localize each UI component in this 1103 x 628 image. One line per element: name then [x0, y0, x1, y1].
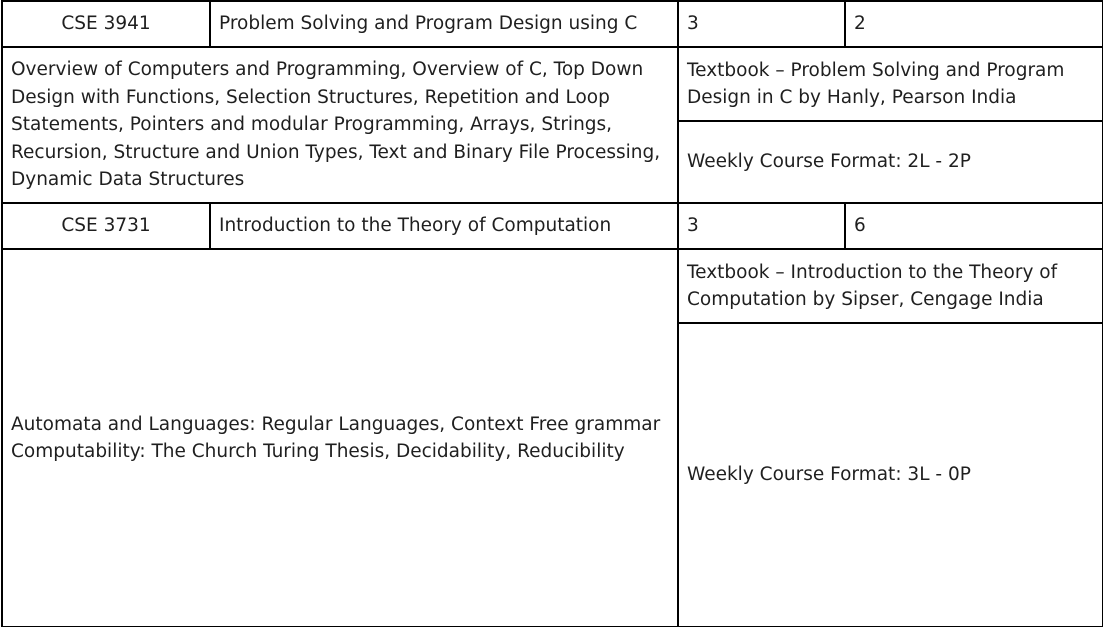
- course-textbook: Textbook – Introduction to the Theory of…: [677, 248, 1103, 324]
- course-description: Overview of Computers and Programming, O…: [1, 46, 679, 204]
- course-weekly-format: Weekly Course Format: 3L - 0P: [677, 322, 1103, 628]
- course-table: CSE 3941 Problem Solving and Program Des…: [1, 0, 1103, 628]
- course-title: Introduction to the Theory of Computatio…: [209, 202, 679, 250]
- course-credits-cell: 3: [677, 202, 846, 250]
- course-level-cell: 6: [844, 202, 1103, 250]
- course-title: Problem Solving and Program Design using…: [209, 0, 679, 48]
- course-catalog-page: CSE 3941 Problem Solving and Program Des…: [0, 0, 1103, 628]
- course-description: Automata and Languages: Regular Language…: [1, 248, 679, 628]
- course-description-line: Automata and Languages: Regular Language…: [11, 413, 661, 435]
- course-code: CSE 3941: [1, 0, 211, 48]
- course-code: CSE 3731: [1, 202, 211, 250]
- course-level-cell: 2: [844, 0, 1103, 48]
- course-weekly-format: Weekly Course Format: 2L - 2P: [677, 120, 1103, 204]
- course-detail-row: Automata and Languages: Regular Language…: [1, 248, 1103, 628]
- course-header-row: CSE 3731 Introduction to the Theory of C…: [1, 202, 1103, 250]
- course-credits-cell: 3: [677, 0, 846, 48]
- course-detail-row: Overview of Computers and Programming, O…: [1, 46, 1103, 204]
- course-header-row: CSE 3941 Problem Solving and Program Des…: [1, 0, 1103, 48]
- course-description-line: Computability: The Church Turing Thesis,…: [11, 441, 625, 462]
- course-textbook: Textbook – Problem Solving and Program D…: [677, 46, 1103, 122]
